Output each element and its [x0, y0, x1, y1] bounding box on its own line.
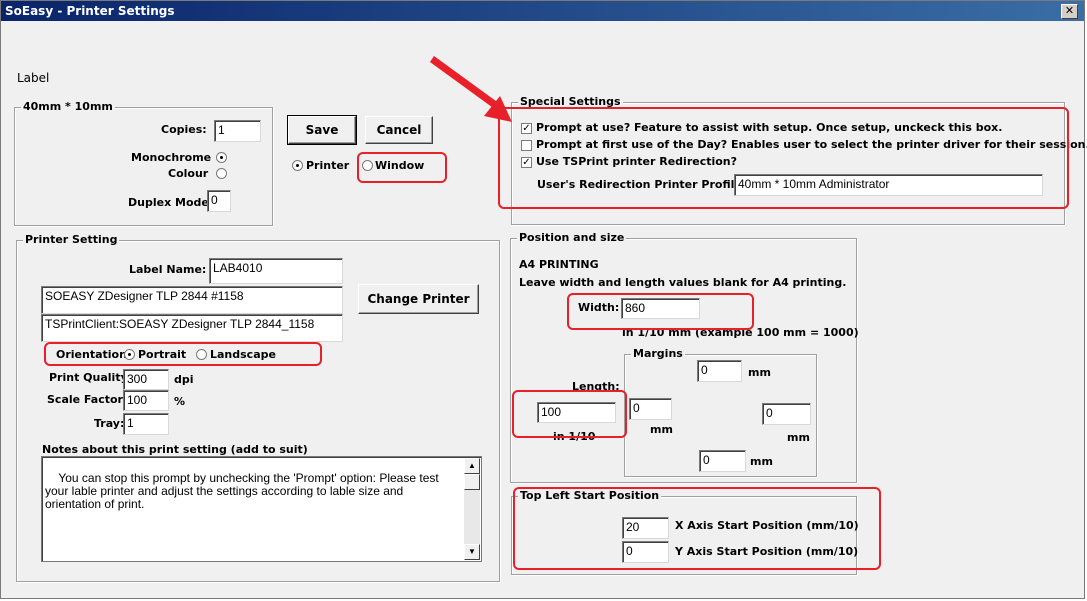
copies-label: Copies: [161, 123, 207, 136]
orientation-highlight [44, 342, 322, 366]
printer-setting-title: Printer Setting [23, 233, 120, 246]
scroll-thumb[interactable] [464, 474, 480, 490]
label-size-group-title: 40mm * 10mm [21, 100, 115, 113]
margin-left-unit: mm [650, 423, 673, 436]
tray-label: Tray: [94, 417, 125, 430]
top-left-highlight [513, 487, 881, 570]
label-name-input[interactable]: LAB4010 [209, 258, 343, 284]
print-quality-input[interactable]: 300 [123, 369, 169, 390]
change-printer-button[interactable]: Change Printer [358, 284, 479, 314]
window-title: SoEasy - Printer Settings [5, 4, 175, 18]
notes-textarea[interactable]: You can stop this prompt by unchecking t… [41, 456, 482, 562]
margins-title: Margins [631, 347, 685, 360]
copies-input[interactable]: 1 [214, 120, 261, 142]
a4-note: Leave width and length values blank for … [519, 276, 847, 289]
ts-printer-name-input[interactable]: TSPrintClient:SOEASY ZDesigner TLP 2844_… [41, 314, 343, 342]
printer-radio-label: Printer [306, 159, 350, 172]
margin-top-unit: mm [748, 366, 771, 379]
special-settings-highlight [498, 107, 1069, 209]
dpi-label: dpi [174, 373, 194, 386]
duplex-input[interactable]: 0 [207, 190, 231, 212]
monochrome-label: Monochrome [131, 151, 212, 164]
label-name-label: Label Name: [129, 263, 207, 276]
notes-scrollbar[interactable]: ▲ ▼ [464, 458, 480, 560]
title-bar: SoEasy - Printer Settings ✕ [1, 1, 1084, 21]
margin-right-input[interactable]: 0 [762, 403, 811, 425]
notes-label: Notes about this print setting (add to s… [42, 443, 308, 456]
label-heading: Label [17, 71, 50, 85]
position-size-title: Position and size [517, 231, 627, 244]
print-quality-label: Print Quality: [49, 371, 133, 384]
margin-top-input[interactable]: 0 [697, 360, 742, 382]
tray-input[interactable]: 1 [123, 413, 169, 435]
cancel-button[interactable]: Cancel [365, 116, 433, 144]
printer-settings-window: SoEasy - Printer Settings ✕ Label 40mm *… [0, 0, 1087, 599]
percent-label: % [174, 395, 186, 408]
margin-bottom-unit: mm [750, 455, 773, 468]
scale-factor-label: Scale Factor: [47, 393, 128, 406]
save-button[interactable]: Save [287, 115, 357, 145]
scroll-up-icon[interactable]: ▲ [464, 458, 480, 474]
margin-bottom-input[interactable]: 0 [699, 450, 746, 472]
margin-right-unit: mm [787, 431, 810, 444]
width-highlight [567, 293, 754, 330]
annotation-arrow-icon [430, 56, 512, 122]
close-button[interactable]: ✕ [1061, 4, 1078, 19]
colour-label: Colour [168, 167, 209, 180]
monochrome-radio[interactable] [216, 152, 227, 163]
length-highlight [512, 390, 627, 438]
scroll-down-icon[interactable]: ▼ [464, 544, 480, 560]
printer-name-input[interactable]: SOEASY ZDesigner TLP 2844 #1158 [41, 286, 343, 314]
printer-radio[interactable] [292, 160, 303, 171]
scale-factor-input[interactable]: 100 [123, 390, 169, 411]
duplex-label: Duplex Mode [128, 196, 209, 209]
window-option-highlight [357, 152, 447, 183]
margin-left-input[interactable]: 0 [629, 398, 672, 420]
colour-radio[interactable] [216, 168, 227, 179]
notes-text: You can stop this prompt by unchecking t… [45, 471, 443, 511]
a4-heading: A4 PRINTING [519, 258, 599, 271]
